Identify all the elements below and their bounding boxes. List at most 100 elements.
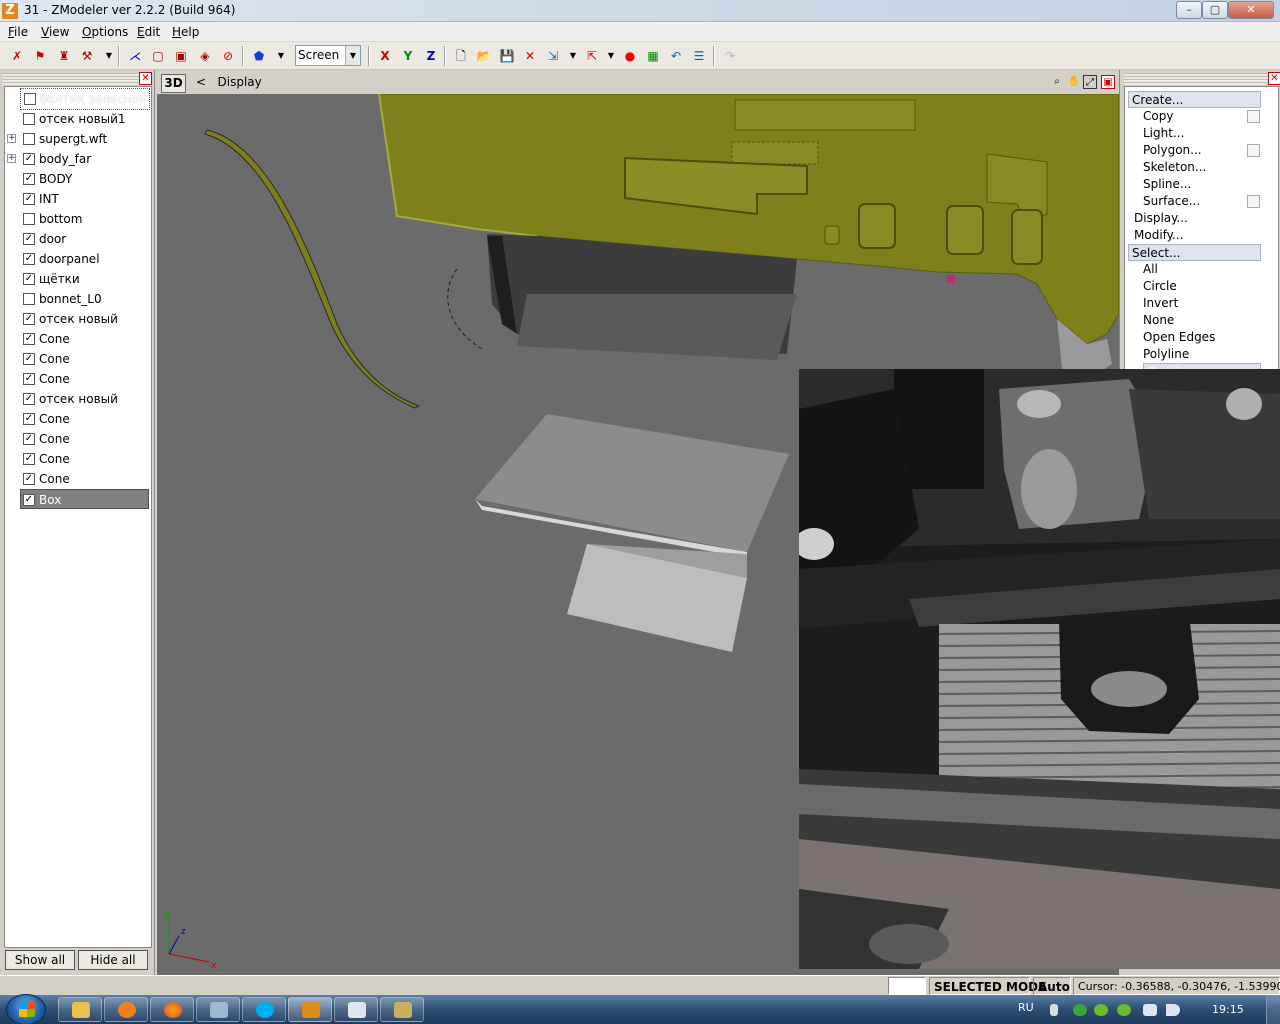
language-indicator[interactable]: RU xyxy=(1018,1001,1034,1014)
taskbar-tool[interactable] xyxy=(380,997,424,1022)
panel-grip[interactable] xyxy=(2,73,152,85)
object-row[interactable]: ✓ Cone xyxy=(5,469,151,489)
settings-box-icon[interactable] xyxy=(1247,144,1260,157)
command-spline[interactable]: Spline... xyxy=(1125,176,1275,193)
object-row[interactable]: ✓ Cone xyxy=(5,349,151,369)
visibility-checkbox[interactable]: ✓ xyxy=(23,173,35,185)
object-row[interactable]: ✓ Cone xyxy=(5,449,151,469)
command-all[interactable]: All xyxy=(1125,261,1275,278)
command-circle[interactable]: Circle xyxy=(1125,278,1275,295)
viewport-nav-arrow[interactable]: < xyxy=(196,75,206,89)
visibility-checkbox[interactable] xyxy=(23,133,35,145)
undo-icon[interactable]: ↶ xyxy=(667,47,685,65)
volume-icon[interactable] xyxy=(1166,1004,1180,1016)
shield-icon[interactable]: ⬟ xyxy=(250,47,268,65)
menu-options[interactable]: Options xyxy=(82,25,128,39)
visibility-checkbox[interactable]: ✓ xyxy=(23,413,35,425)
taskbar-explorer[interactable] xyxy=(58,997,102,1022)
taskbar-zmodeler[interactable] xyxy=(288,997,332,1022)
vertex-mode-icon[interactable]: ⋌ xyxy=(126,47,144,65)
visibility-checkbox[interactable]: ✓ xyxy=(23,494,35,506)
panel-grip[interactable] xyxy=(1124,73,1267,85)
command-display[interactable]: Display... xyxy=(1125,210,1275,227)
figure-tool-icon[interactable]: ♜ xyxy=(55,47,73,65)
tray-icq-icon[interactable] xyxy=(1094,1004,1108,1016)
dropdown-arrow-icon[interactable]: ▼ xyxy=(100,47,118,65)
axis-z-toggle[interactable]: Z xyxy=(422,47,440,65)
command-polygon[interactable]: Polygon... xyxy=(1125,142,1275,159)
object-row[interactable]: ✓ BODY xyxy=(5,169,151,189)
object-row[interactable]: ✓ Cone xyxy=(5,329,151,349)
pick-tool-icon[interactable]: ⚑ xyxy=(31,47,49,65)
settings-box-icon[interactable] xyxy=(1247,195,1260,208)
settings-box-icon[interactable] xyxy=(1247,110,1260,123)
visibility-checkbox[interactable] xyxy=(23,293,35,305)
show-desktop-button[interactable] xyxy=(1266,995,1280,1024)
visibility-checkbox[interactable]: ✓ xyxy=(23,253,35,265)
group-tool-icon[interactable]: ⚒ xyxy=(78,47,96,65)
object-mode-icon[interactable]: ▣ xyxy=(172,47,190,65)
axis-y-toggle[interactable]: Y xyxy=(399,47,417,65)
close-button[interactable]: ✕ xyxy=(1228,1,1274,19)
visibility-checkbox[interactable] xyxy=(23,113,35,125)
select-tool-icon[interactable]: ✗ xyxy=(8,47,26,65)
object-row[interactable]: болтик запасной xyxy=(20,88,150,110)
dropdown-arrow-icon[interactable]: ▼ xyxy=(564,47,582,65)
visibility-checkbox[interactable]: ✓ xyxy=(23,473,35,485)
hide-all-button[interactable]: Hide all xyxy=(78,950,148,970)
object-row[interactable]: ✓ щётки xyxy=(5,269,151,289)
visibility-checkbox[interactable]: ✓ xyxy=(23,393,35,405)
object-row[interactable]: ✓ Cone xyxy=(5,369,151,389)
object-row[interactable]: + ✓ body_far xyxy=(5,149,151,169)
object-row[interactable]: bottom xyxy=(5,209,151,229)
object-row[interactable]: + supergt.wft xyxy=(5,129,151,149)
taskbar-media-player[interactable] xyxy=(104,997,148,1022)
menu-file[interactable]: File xyxy=(8,25,28,39)
import-icon[interactable]: ⇲ xyxy=(544,47,562,65)
dropdown-arrow-icon[interactable]: ▼ xyxy=(272,47,290,65)
expand-icon[interactable]: + xyxy=(7,154,16,163)
start-button[interactable] xyxy=(6,994,46,1024)
expand-icon[interactable]: + xyxy=(7,134,16,143)
command-copy[interactable]: Copy xyxy=(1125,108,1275,125)
visibility-checkbox[interactable]: ✓ xyxy=(23,333,35,345)
taskbar-firefox[interactable] xyxy=(150,997,194,1022)
axis-x-toggle[interactable]: X xyxy=(376,47,394,65)
menu-view[interactable]: View xyxy=(41,25,69,39)
tray-arrow-icon[interactable] xyxy=(1050,1004,1058,1016)
object-tree[interactable]: болтик запасной отсек новый1 + supergt.wft +… xyxy=(4,86,152,948)
viewport-display-menu[interactable]: < Display xyxy=(196,75,262,89)
command-none[interactable]: None xyxy=(1125,312,1275,329)
visibility-checkbox[interactable]: ✓ xyxy=(23,153,35,165)
command-modify[interactable]: Modify... xyxy=(1125,227,1275,244)
maximize-viewport-icon[interactable]: ⤢ xyxy=(1083,75,1097,89)
visibility-checkbox[interactable]: ✓ xyxy=(23,233,35,245)
viewport-mode-button[interactable]: 3D xyxy=(161,74,186,93)
open-folder-icon[interactable]: 📂 xyxy=(475,47,493,65)
dropdown-arrow-icon[interactable]: ▼ xyxy=(602,47,620,65)
visibility-checkbox[interactable] xyxy=(24,93,36,105)
visibility-checkbox[interactable]: ✓ xyxy=(23,313,35,325)
taskbar-skype[interactable] xyxy=(242,997,286,1022)
zoom-icon[interactable]: ⌕ xyxy=(1050,75,1064,89)
visibility-checkbox[interactable]: ✓ xyxy=(23,453,35,465)
viewport-display-label[interactable]: Display xyxy=(218,75,262,89)
record-icon[interactable]: ● xyxy=(621,47,639,65)
command-select[interactable]: Select... xyxy=(1128,244,1261,261)
notes-icon[interactable]: ☰ xyxy=(690,47,708,65)
object-row[interactable]: ✓ отсек новый xyxy=(5,389,151,409)
redo-icon[interactable]: ↷ xyxy=(721,47,739,65)
object-row[interactable]: ✓ INT xyxy=(5,189,151,209)
object-row[interactable]: ✓ Cone xyxy=(5,409,151,429)
object-row[interactable]: ✓ door xyxy=(5,229,151,249)
command-surface[interactable]: Surface... xyxy=(1125,193,1275,210)
menu-edit[interactable]: Edit xyxy=(137,25,160,39)
visibility-checkbox[interactable]: ✓ xyxy=(23,433,35,445)
command-light[interactable]: Light... xyxy=(1125,125,1275,142)
minimize-button[interactable]: – xyxy=(1176,1,1202,19)
close-icon[interactable]: ✕ xyxy=(139,72,152,85)
command-skeleton[interactable]: Skeleton... xyxy=(1125,159,1275,176)
visibility-checkbox[interactable]: ✓ xyxy=(23,273,35,285)
fender-spline-strip[interactable] xyxy=(204,129,421,409)
render-icon[interactable]: ▦ xyxy=(644,47,662,65)
